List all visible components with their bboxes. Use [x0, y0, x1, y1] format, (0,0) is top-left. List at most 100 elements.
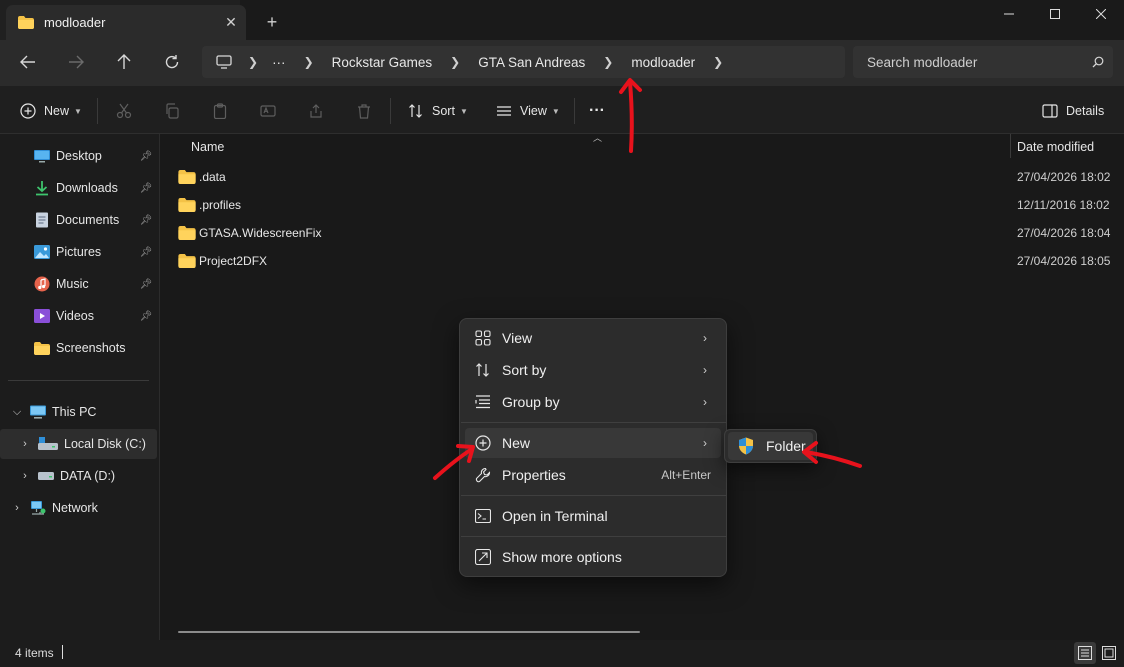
- menu-item-new[interactable]: New ›: [465, 428, 721, 458]
- sidebar-item-desktop[interactable]: Desktop 📌︎: [0, 141, 157, 171]
- table-row[interactable]: .data 27/04/2026 18:02: [172, 164, 1117, 190]
- search-input[interactable]: Search modloader: [867, 55, 1083, 70]
- forward-button[interactable]: [60, 48, 92, 76]
- menu-item-view[interactable]: View ›: [465, 323, 721, 353]
- clipboard-icon: [210, 101, 230, 121]
- view-button[interactable]: View ▼: [494, 98, 560, 124]
- share-button[interactable]: [306, 98, 326, 124]
- menu-item-group-by[interactable]: Group by ›: [465, 387, 721, 417]
- list-view-icon: [494, 101, 514, 121]
- back-button[interactable]: [12, 48, 44, 76]
- sidebar-item-label: Desktop: [56, 149, 102, 163]
- rename-button[interactable]: [258, 98, 278, 124]
- file-name: .data: [199, 170, 226, 184]
- tiles-view-button[interactable]: [1098, 642, 1120, 664]
- close-window-button[interactable]: [1078, 0, 1124, 28]
- pin-icon[interactable]: 📌︎: [139, 183, 153, 194]
- column-header-name[interactable]: Name: [191, 140, 224, 154]
- maximize-button[interactable]: [1032, 0, 1078, 28]
- refresh-button[interactable]: [156, 48, 188, 76]
- chevron-right-icon: ❯: [303, 55, 314, 69]
- sidebar-item-music[interactable]: Music 📌︎: [0, 269, 157, 299]
- horizontal-scrollbar[interactable]: [178, 631, 640, 633]
- sidebar-item-label: Local Disk (C:): [64, 437, 146, 451]
- chevron-down-icon: ▼: [551, 106, 560, 116]
- navigation-pane: Desktop 📌︎ Downloads 📌︎ Documents 📌︎ Pic…: [0, 134, 160, 640]
- new-tab-button[interactable]: +: [262, 12, 282, 32]
- chevron-right-icon[interactable]: ❯: [713, 55, 723, 69]
- pin-icon[interactable]: 📌︎: [139, 279, 153, 290]
- pin-icon[interactable]: 📌︎: [139, 311, 153, 322]
- chevron-right-icon: ❯: [248, 55, 259, 69]
- sort-button[interactable]: Sort ▼: [406, 98, 468, 124]
- sidebar-item-label: This PC: [52, 405, 97, 419]
- delete-button[interactable]: [354, 98, 374, 124]
- folder-icon: [178, 226, 196, 240]
- desktop-icon: [34, 148, 50, 164]
- chevron-right-icon[interactable]: ›: [18, 438, 32, 450]
- table-row[interactable]: .profiles 12/11/2016 18:02: [172, 192, 1117, 218]
- menu-item-label: Properties: [502, 467, 566, 483]
- minimize-button[interactable]: [986, 0, 1032, 28]
- menu-item-sort-by[interactable]: Sort by ›: [465, 355, 721, 385]
- sidebar-item-label: Screenshots: [56, 341, 126, 355]
- sidebar-item-local-disk[interactable]: › Local Disk (C:): [0, 429, 157, 459]
- chevron-right-icon[interactable]: ›: [10, 502, 24, 514]
- breadcrumb-rockstar-games[interactable]: Rockstar Games: [332, 55, 433, 70]
- column-separator[interactable]: [1010, 134, 1011, 158]
- tab-close-icon[interactable]: ✕: [216, 14, 246, 31]
- submenu-item-folder[interactable]: Folder: [728, 432, 813, 460]
- plus-circle-icon: [474, 434, 492, 452]
- music-icon: [34, 276, 50, 292]
- chevron-up-icon: ︿: [593, 133, 603, 143]
- chevron-down-icon[interactable]: ⌵: [10, 406, 24, 419]
- up-button[interactable]: [108, 48, 140, 76]
- sidebar-item-downloads[interactable]: Downloads 📌︎: [0, 173, 157, 203]
- pin-icon[interactable]: 📌︎: [139, 151, 153, 162]
- title-bar: modloader ✕ +: [0, 0, 1124, 44]
- status-bar: 4 items: [0, 640, 1124, 667]
- table-row[interactable]: Project2DFX 27/04/2026 18:05: [172, 248, 1117, 274]
- menu-item-show-more[interactable]: Show more options: [465, 542, 721, 572]
- sidebar-divider: [8, 380, 149, 381]
- pin-icon[interactable]: 📌︎: [139, 215, 153, 226]
- drive-icon: [38, 468, 54, 484]
- chevron-right-icon[interactable]: ›: [18, 470, 32, 482]
- details-button[interactable]: Details: [1040, 98, 1104, 124]
- breadcrumb-gta-san-andreas[interactable]: GTA San Andreas: [478, 55, 585, 70]
- paste-button[interactable]: [210, 98, 230, 124]
- refresh-icon: [165, 55, 179, 69]
- tab-modloader[interactable]: modloader ✕: [6, 5, 246, 40]
- folder-icon: [18, 16, 34, 29]
- breadcrumb-overflow[interactable]: ···: [272, 55, 286, 70]
- sidebar-item-pictures[interactable]: Pictures 📌︎: [0, 237, 157, 267]
- menu-item-properties[interactable]: Properties Alt+Enter: [465, 460, 721, 490]
- monitor-icon: [216, 55, 232, 69]
- sidebar-item-this-pc[interactable]: ⌵ This PC: [0, 397, 157, 427]
- copy-button[interactable]: [162, 98, 182, 124]
- sidebar-item-data-drive[interactable]: › DATA (D:): [0, 461, 157, 491]
- more-options-button[interactable]: ···: [589, 98, 605, 124]
- folder-icon: [34, 340, 50, 356]
- sidebar-item-screenshots[interactable]: Screenshots: [0, 333, 157, 363]
- maximize-icon: [1050, 9, 1060, 19]
- copy-icon: [162, 101, 182, 121]
- breadcrumb-modloader[interactable]: modloader: [631, 55, 695, 70]
- terminal-icon: [474, 507, 492, 525]
- table-row[interactable]: GTASA.WidescreenFix 27/04/2026 18:04: [172, 220, 1117, 246]
- arrow-left-icon: [20, 55, 35, 69]
- folder-icon: [178, 198, 196, 212]
- address-bar[interactable]: ❯ ··· ❯ Rockstar Games ❯ GTA San Andreas…: [202, 46, 845, 78]
- sidebar-item-documents[interactable]: Documents 📌︎: [0, 205, 157, 235]
- column-header-date[interactable]: Date modified: [1017, 140, 1094, 154]
- new-button[interactable]: New ▼: [18, 98, 82, 124]
- file-date: 27/04/2026 18:02: [1017, 170, 1111, 184]
- sidebar-item-network[interactable]: › Network: [0, 493, 157, 523]
- pin-icon[interactable]: 📌︎: [139, 247, 153, 258]
- search-box[interactable]: Search modloader: [853, 46, 1113, 78]
- sidebar-item-videos[interactable]: Videos 📌︎: [0, 301, 157, 331]
- details-view-button[interactable]: [1074, 642, 1096, 664]
- cut-button[interactable]: [114, 98, 134, 124]
- menu-item-open-terminal[interactable]: Open in Terminal: [465, 501, 721, 531]
- sidebar-item-label: Documents: [56, 213, 120, 227]
